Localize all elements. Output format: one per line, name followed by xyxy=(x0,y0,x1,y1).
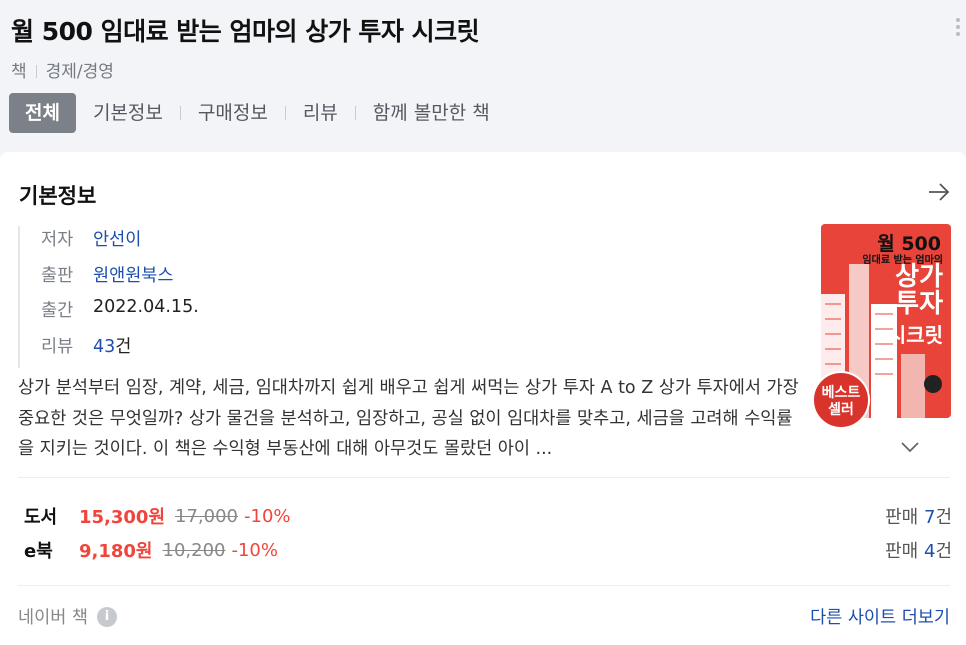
info-list: 저자 안선이 출판 원앤원북스 출간 2022.04.15. 리뷰 43건 xyxy=(18,226,199,368)
header-area: 월 500 임대료 받는 엄마의 상가 투자 시크릿 책 경제/경영 전체 기본정… xyxy=(0,0,966,152)
review-count: 43 xyxy=(93,336,116,357)
tab-bar: 전체 기본정보 구매정보 리뷰 함께 볼만한 책 xyxy=(9,93,507,133)
more-options-icon[interactable] xyxy=(956,18,960,39)
book-description: 상가 분석부터 임장, 계약, 세금, 임대차까지 쉽게 배우고 쉽게 써먹는 … xyxy=(18,378,799,459)
review-label: 리뷰 xyxy=(41,336,74,357)
cover-title-4: 시크릿 xyxy=(887,323,943,347)
book-category: 책 경제/경영 xyxy=(11,57,114,82)
category-type: 책 xyxy=(11,62,27,82)
bestseller-badge: 베스트 셀러 xyxy=(812,371,870,429)
price-type: 도서 xyxy=(24,507,58,528)
divider xyxy=(35,65,37,78)
tab-purchase-info[interactable]: 구매정보 xyxy=(181,93,285,133)
tab-all[interactable]: 전체 xyxy=(9,93,76,133)
original-price: 17,000 xyxy=(175,505,239,527)
discount-rate: -10% xyxy=(231,539,278,561)
price-row-ebook[interactable]: e북 9,180원 10,200 -10% 판매 4건 xyxy=(24,535,952,565)
section-title: 기본정보 xyxy=(19,184,97,208)
seller-count[interactable]: 판매 7건 xyxy=(885,503,952,529)
cover-title-3: 상가 투자 xyxy=(895,262,943,319)
price-row-book[interactable]: 도서 15,300원 17,000 -10% 판매 7건 xyxy=(24,501,952,531)
book-info-card: 기본정보 저자 안선이 출판 원앤원북스 출간 2022.04.15. 리뷰 4… xyxy=(0,152,966,645)
info-icon[interactable]: i xyxy=(96,606,117,627)
chevron-down-icon[interactable] xyxy=(900,440,920,454)
publisher-label: 출판 xyxy=(41,265,74,286)
source-label: 네이버 책 i xyxy=(18,604,117,629)
author-row: 저자 안선이 xyxy=(41,226,199,262)
original-price: 10,200 xyxy=(162,539,226,561)
author-link[interactable]: 안선이 xyxy=(93,226,141,251)
sale-price: 9,180원 xyxy=(79,541,153,562)
author-label: 저자 xyxy=(41,230,74,250)
book-title: 월 500 임대료 받는 엄마의 상가 투자 시크릿 xyxy=(11,17,480,46)
tab-related-books[interactable]: 함께 볼만한 책 xyxy=(356,93,507,133)
review-unit: 건 xyxy=(115,336,132,357)
review-row: 리뷰 43건 xyxy=(41,333,199,369)
category-name: 경제/경영 xyxy=(45,62,114,82)
sale-price: 15,300원 xyxy=(79,507,166,528)
review-count-link[interactable]: 43건 xyxy=(93,333,131,358)
price-type: e북 xyxy=(24,541,53,562)
tab-reviews[interactable]: 리뷰 xyxy=(286,93,355,133)
publisher-row: 출판 원앤원북스 xyxy=(41,262,199,298)
publish-date: 2022.04.15. xyxy=(93,297,199,317)
discount-rate: -10% xyxy=(244,505,291,527)
source-name: 네이버 책 xyxy=(18,608,88,628)
seller-count[interactable]: 판매 4건 xyxy=(885,537,952,563)
arrow-right-icon[interactable] xyxy=(928,182,950,202)
tab-basic-info[interactable]: 기본정보 xyxy=(76,93,180,133)
date-label: 출간 xyxy=(41,301,74,321)
divider xyxy=(18,585,950,586)
date-row: 출간 2022.04.15. xyxy=(41,297,199,333)
more-sites-link[interactable]: 다른 사이트 더보기 xyxy=(810,604,950,629)
publisher-link[interactable]: 원앤원북스 xyxy=(93,262,174,287)
divider xyxy=(18,477,950,478)
